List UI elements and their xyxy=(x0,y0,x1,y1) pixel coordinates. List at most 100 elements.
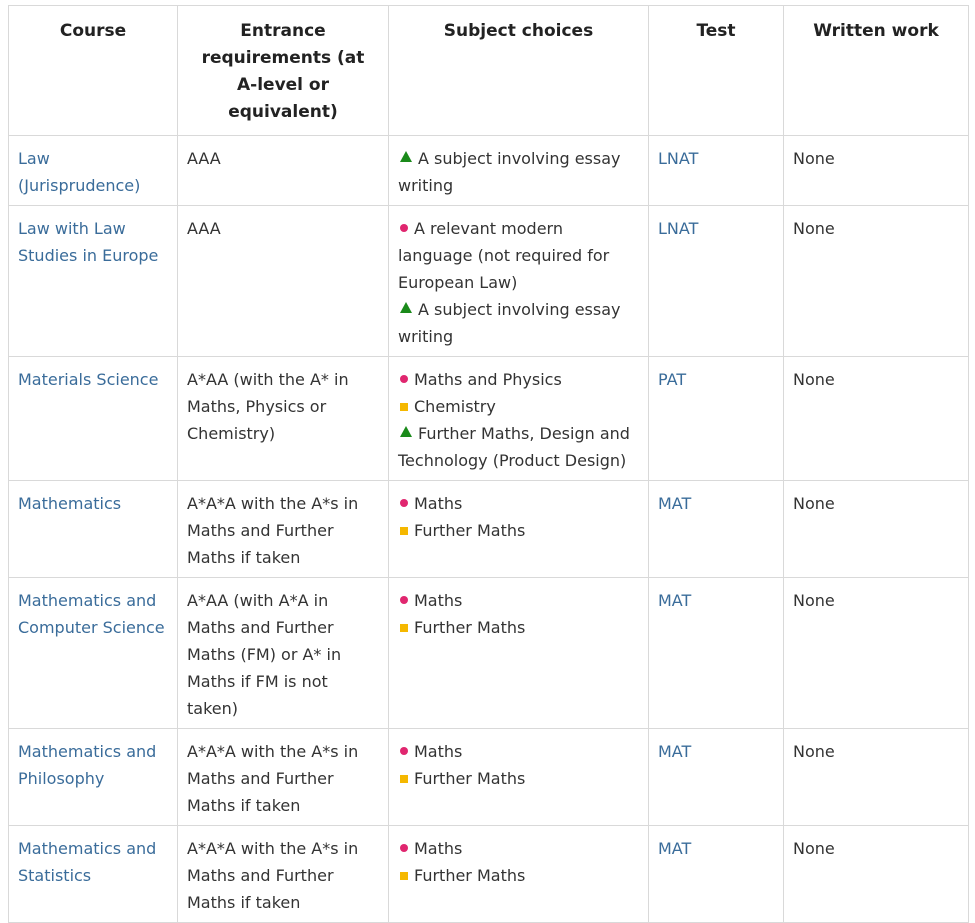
entrance-requirements-cell: AAA xyxy=(177,135,389,206)
circle-marker-icon xyxy=(400,499,408,507)
square-marker-icon xyxy=(400,775,408,783)
circle-marker-icon xyxy=(400,844,408,852)
subject-choice-text: A relevant modern language (not required… xyxy=(398,219,610,292)
table-row: Law (Jurisprudence) AAA A subject involvin… xyxy=(8,135,969,206)
subject-choice-text: A subject involving essay writing xyxy=(398,300,621,346)
test-cell: MAT xyxy=(648,825,784,923)
subject-choice-text: Further Maths xyxy=(414,618,526,637)
course-link[interactable]: Mathematics and Philosophy xyxy=(18,742,156,788)
table-header-row: Course Entrance requirements (at A-level… xyxy=(8,5,969,136)
subject-choice-item: Further Maths xyxy=(398,614,639,641)
entrance-requirements-cell: AAA xyxy=(177,205,389,357)
test-cell: PAT xyxy=(648,356,784,481)
subject-choice-item: Maths and Physics xyxy=(398,366,639,393)
subject-choice-item: Further Maths, Design and Technology (Pr… xyxy=(398,420,639,474)
circle-marker-icon xyxy=(400,747,408,755)
subject-choice-item: Further Maths xyxy=(398,765,639,792)
subject-choice-item: A subject involving essay writing xyxy=(398,296,639,350)
square-marker-icon xyxy=(400,403,408,411)
test-link[interactable]: MAT xyxy=(658,742,691,761)
course-requirements-table: Course Entrance requirements (at A-level… xyxy=(8,5,969,923)
test-link[interactable]: LNAT xyxy=(658,219,698,238)
test-link[interactable]: PAT xyxy=(658,370,686,389)
subject-choice-text: Maths xyxy=(414,591,463,610)
subject-choice-text: Further Maths xyxy=(414,769,526,788)
header-entrance-requirements: Entrance requirements (at A-level or equ… xyxy=(177,5,389,136)
circle-marker-icon xyxy=(400,596,408,604)
course-cell: Mathematics and Philosophy xyxy=(8,728,178,826)
header-test: Test xyxy=(648,5,784,136)
triangle-marker-icon xyxy=(400,426,412,437)
test-cell: LNAT xyxy=(648,135,784,206)
course-link[interactable]: Materials Science xyxy=(18,370,158,389)
written-work-cell: None xyxy=(783,205,969,357)
subject-choices-cell: A subject involving essay writing xyxy=(388,135,649,206)
entrance-requirements-cell: A*A*A with the A*s in Maths and Further … xyxy=(177,480,389,578)
test-link[interactable]: MAT xyxy=(658,839,691,858)
subject-choice-item: Maths xyxy=(398,587,639,614)
entrance-requirements-cell: A*AA (with the A* in Maths, Physics or C… xyxy=(177,356,389,481)
square-marker-icon xyxy=(400,872,408,880)
subject-choice-text: Maths and Physics xyxy=(414,370,562,389)
subject-choices-cell: Maths Further Maths xyxy=(388,825,649,923)
test-cell: MAT xyxy=(648,577,784,729)
subject-choice-text: Maths xyxy=(414,742,463,761)
written-work-cell: None xyxy=(783,356,969,481)
circle-marker-icon xyxy=(400,375,408,383)
course-cell: Mathematics and Statistics xyxy=(8,825,178,923)
subject-choice-item: Maths xyxy=(398,738,639,765)
written-work-cell: None xyxy=(783,577,969,729)
subject-choice-item: Further Maths xyxy=(398,517,639,544)
header-subject-choices: Subject choices xyxy=(388,5,649,136)
header-course: Course xyxy=(8,5,178,136)
course-link[interactable]: Law with Law Studies in Europe xyxy=(18,219,158,265)
entrance-requirements-cell: A*AA (with A*A in Maths and Further Math… xyxy=(177,577,389,729)
course-cell: Materials Science xyxy=(8,356,178,481)
course-cell: Mathematics xyxy=(8,480,178,578)
course-cell: Law (Jurisprudence) xyxy=(8,135,178,206)
course-link[interactable]: Law (Jurisprudence) xyxy=(18,149,140,195)
subject-choice-item: Maths xyxy=(398,490,639,517)
written-work-cell: None xyxy=(783,480,969,578)
subject-choice-item: Chemistry xyxy=(398,393,639,420)
triangle-marker-icon xyxy=(400,151,412,162)
course-link[interactable]: Mathematics and Computer Science xyxy=(18,591,165,637)
subject-choice-text: A subject involving essay writing xyxy=(398,149,621,195)
table-row: Mathematics A*A*A with the A*s in Maths a… xyxy=(8,480,969,578)
entrance-requirements-cell: A*A*A with the A*s in Maths and Further … xyxy=(177,728,389,826)
subject-choices-cell: A relevant modern language (not required… xyxy=(388,205,649,357)
square-marker-icon xyxy=(400,527,408,535)
test-link[interactable]: MAT xyxy=(658,494,691,513)
subject-choice-text: Chemistry xyxy=(414,397,496,416)
test-cell: LNAT xyxy=(648,205,784,357)
test-link[interactable]: LNAT xyxy=(658,149,698,168)
table-row: Materials Science A*AA (with the A* in Ma… xyxy=(8,356,969,481)
subject-choice-item: A subject involving essay writing xyxy=(398,145,639,199)
subject-choice-item: Maths xyxy=(398,835,639,862)
subject-choice-text: Further Maths, Design and Technology (Pr… xyxy=(398,424,630,470)
course-link[interactable]: Mathematics and Statistics xyxy=(18,839,156,885)
table-row: Mathematics and Statistics A*A*A with the… xyxy=(8,825,969,923)
course-cell: Mathematics and Computer Science xyxy=(8,577,178,729)
table-row: Mathematics and Computer Science A*AA (wi… xyxy=(8,577,969,729)
subject-choices-cell: Maths and Physics Chemistry Further Maths,… xyxy=(388,356,649,481)
square-marker-icon xyxy=(400,624,408,632)
table-row: Law with Law Studies in Europe AAA A relev… xyxy=(8,205,969,357)
subject-choices-cell: Maths Further Maths xyxy=(388,480,649,578)
subject-choice-text: Further Maths xyxy=(414,866,526,885)
subject-choice-item: A relevant modern language (not required… xyxy=(398,215,639,296)
subject-choices-cell: Maths Further Maths xyxy=(388,728,649,826)
test-cell: MAT xyxy=(648,728,784,826)
course-link[interactable]: Mathematics xyxy=(18,494,121,513)
header-written-work: Written work xyxy=(783,5,969,136)
test-link[interactable]: MAT xyxy=(658,591,691,610)
subject-choice-text: Further Maths xyxy=(414,521,526,540)
written-work-cell: None xyxy=(783,135,969,206)
written-work-cell: None xyxy=(783,825,969,923)
circle-marker-icon xyxy=(400,224,408,232)
subject-choice-text: Maths xyxy=(414,494,463,513)
written-work-cell: None xyxy=(783,728,969,826)
subject-choice-text: Maths xyxy=(414,839,463,858)
triangle-marker-icon xyxy=(400,302,412,313)
test-cell: MAT xyxy=(648,480,784,578)
